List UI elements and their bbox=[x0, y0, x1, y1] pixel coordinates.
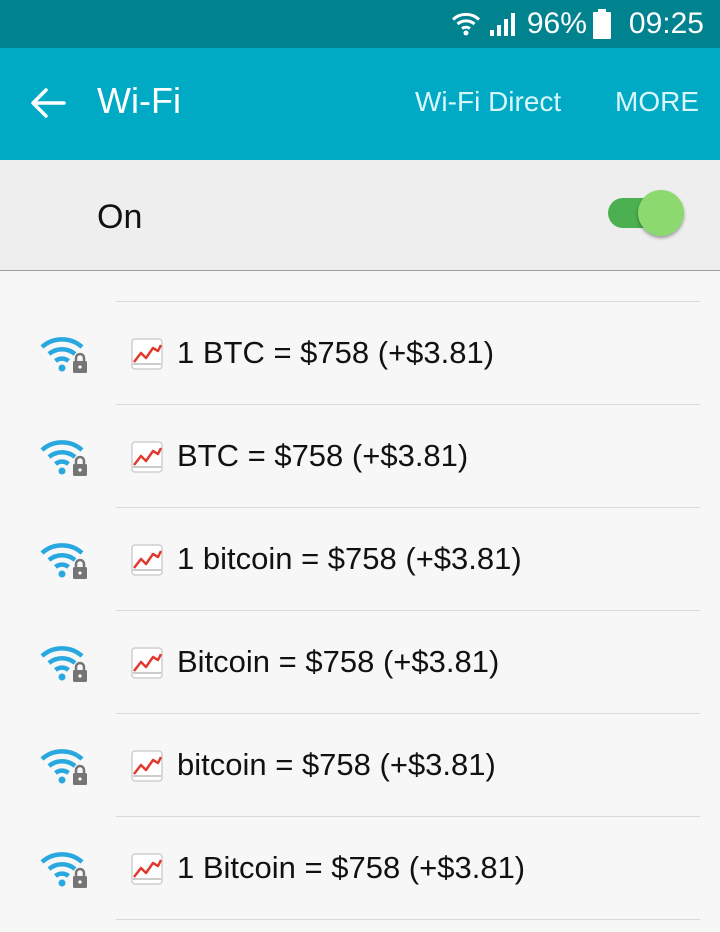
chart-increasing-icon bbox=[131, 853, 163, 885]
secured-wifi-icon bbox=[40, 646, 87, 682]
network-list: 1 BTC = $758 (+$3.81) BTC = $758 (+$3.81… bbox=[0, 271, 720, 932]
clock: 09:25 bbox=[628, 7, 704, 40]
app-bar: Wi-Fi Wi-Fi Direct MORE bbox=[0, 48, 720, 160]
wifi-direct-button[interactable]: Wi-Fi Direct bbox=[415, 86, 561, 118]
network-name: 1 bitcoin = $758 (+$3.81) bbox=[177, 541, 522, 576]
chart-increasing-icon bbox=[131, 750, 163, 782]
network-name: BTC = $758 (+$3.81) bbox=[177, 438, 469, 473]
network-item[interactable]: BTC = $758 (+$3.81) bbox=[0, 405, 720, 508]
network-item[interactable]: Bitcoin = $758 (+$3.81) bbox=[0, 611, 720, 714]
network-item[interactable]: 1 BTC = $758 (+$3.81) bbox=[0, 302, 720, 405]
chart-increasing-icon bbox=[131, 647, 163, 679]
more-button[interactable]: MORE bbox=[615, 86, 699, 118]
network-item[interactable]: bitcoin = $758 (+$3.81) bbox=[0, 714, 720, 817]
network-name: 1 Bitcoin = $758 (+$3.81) bbox=[177, 850, 526, 885]
cell-signal-icon bbox=[489, 10, 519, 38]
secured-wifi-icon bbox=[40, 337, 87, 373]
network-name: 1 BTC = $758 (+$3.81) bbox=[177, 335, 495, 370]
network-name: bitcoin = $758 (+$3.81) bbox=[177, 747, 496, 782]
secured-wifi-icon bbox=[40, 749, 87, 785]
wifi-toggle-row[interactable]: On bbox=[0, 160, 720, 271]
back-button[interactable] bbox=[26, 78, 70, 128]
chart-increasing-icon bbox=[131, 338, 163, 370]
chart-increasing-icon bbox=[131, 441, 163, 473]
wifi-toggle-label: On bbox=[97, 198, 143, 236]
chart-increasing-icon bbox=[131, 544, 163, 576]
wifi-switch-thumb[interactable] bbox=[638, 190, 684, 236]
battery-icon bbox=[592, 9, 611, 39]
secured-wifi-icon bbox=[40, 852, 87, 888]
arrow-left-icon bbox=[31, 88, 66, 118]
network-item[interactable]: 1 bitcoin = $758 (+$3.81) bbox=[0, 508, 720, 611]
secured-wifi-icon bbox=[40, 440, 87, 476]
page-title: Wi-Fi bbox=[97, 80, 181, 121]
battery-percent: 96% bbox=[526, 7, 587, 40]
secured-wifi-icon bbox=[40, 543, 87, 579]
network-item[interactable]: 1 Bitcoin = $758 (+$3.81) bbox=[0, 817, 720, 920]
status-bar: 96% 09:25 bbox=[0, 0, 720, 48]
wifi-signal-icon bbox=[451, 10, 481, 38]
network-name: Bitcoin = $758 (+$3.81) bbox=[177, 644, 500, 679]
list-divider bbox=[116, 919, 700, 920]
